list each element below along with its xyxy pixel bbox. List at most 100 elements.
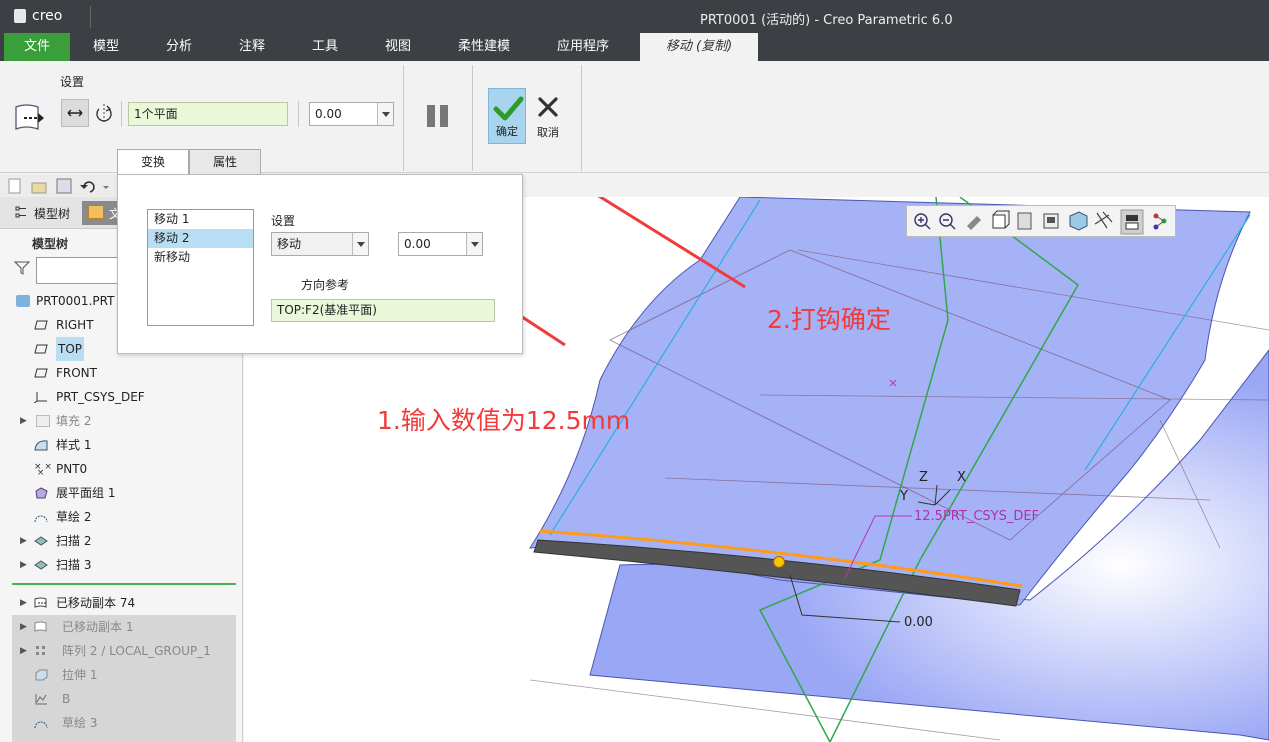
datum-plane-icon [34, 320, 48, 330]
tree-item-flatten-quilt[interactable]: 展平面组 1 [0, 481, 240, 505]
move-list-item-new[interactable]: 新移动 [148, 248, 253, 267]
axis-y-label: Y [900, 489, 908, 504]
chevron-down-icon[interactable] [377, 103, 393, 125]
tree-item-front[interactable]: FRONT [0, 361, 240, 385]
tab-flexible-modeling[interactable]: 柔性建模 [434, 33, 534, 61]
datum-plane-icon [34, 344, 48, 354]
save-icon [56, 178, 72, 194]
popup-distance-dropdown[interactable]: 0.00 [398, 232, 483, 256]
tree-item-sketch-3[interactable]: 草绘 3 [0, 711, 240, 735]
transform-panel: 移动 1 移动 2 新移动 设置 移动 0.00 方向参考 TOP:F2(基准平… [117, 174, 523, 354]
tab-file[interactable]: 文件 [4, 33, 70, 61]
annotation-step-2: 2.打钩确定 [767, 305, 891, 334]
ribbon-divider [472, 65, 473, 171]
tab-applications[interactable]: 应用程序 [534, 33, 632, 61]
datum-point-icon: × × × [34, 462, 52, 478]
expand-arrow-icon[interactable]: ▶ [20, 553, 27, 577]
rotate-button[interactable] [92, 101, 116, 127]
expand-arrow-icon[interactable]: ▶ [20, 615, 27, 639]
pause-button[interactable] [424, 103, 452, 129]
subtab-properties[interactable]: 属性 [189, 149, 261, 174]
title-separator [90, 6, 91, 28]
insert-here-marker[interactable] [12, 583, 236, 585]
tree-item-style[interactable]: 样式 1 [0, 433, 240, 457]
style-icon [34, 440, 48, 451]
tree-item-pattern-2[interactable]: ▶ 阵列 2 / LOCAL_GROUP_1 [0, 639, 240, 663]
ribbon-divider [298, 101, 299, 127]
move-copy-icon [34, 621, 47, 632]
title-bar: creo PRT0001 (活动的) - Creo Parametric 6.0 [0, 0, 1269, 33]
cancel-label: 取消 [537, 126, 559, 139]
subtab-transform[interactable]: 变换 [117, 149, 189, 174]
tab-view[interactable]: 视图 [362, 33, 434, 61]
dimension-zero-label[interactable]: 0.00 [904, 615, 933, 630]
direction-reference-label: 方向参考 [301, 278, 350, 292]
view-toolbar [906, 205, 1176, 237]
filter-icon[interactable] [13, 261, 31, 275]
tree-item-csys[interactable]: PRT_CSYS_DEF [0, 385, 240, 409]
extrude-icon [35, 669, 48, 681]
pause-icon [427, 105, 448, 127]
display-style-icon [992, 210, 1010, 229]
tree-item-point[interactable]: × × × PNT0 [0, 457, 240, 481]
tree-search-input[interactable] [36, 257, 122, 284]
creo-logo: creo [14, 8, 62, 24]
zoom-in-icon [914, 213, 931, 230]
move-type-dropdown[interactable]: 移动 [271, 232, 369, 256]
tab-tools[interactable]: 工具 [288, 33, 362, 61]
part-icon [16, 295, 30, 307]
dimension-value-label[interactable]: 12.5PRT_CSYS_DEF [914, 509, 1039, 524]
tree-item-moved-copy-74[interactable]: ▶ 已移动副本 74 [0, 591, 240, 615]
window-title: PRT0001 (活动的) - Creo Parametric 6.0 [700, 13, 953, 28]
tab-files[interactable]: 文 [82, 201, 121, 225]
ribbon: 设置 1个平面 0.00 变换 属性 [0, 61, 1269, 174]
tab-move-copy[interactable]: 移动 (复制) [640, 33, 758, 61]
tree-item-b[interactable]: B [0, 687, 240, 711]
expand-arrow-icon[interactable]: ▶ [20, 409, 27, 433]
tab-model[interactable]: 模型 [70, 33, 142, 61]
tree-item-sketch-2[interactable]: 草绘 2 [0, 505, 240, 529]
ribbon-divider [121, 101, 122, 127]
cancel-button[interactable]: 取消 [530, 88, 566, 144]
direction-reference-collector[interactable]: TOP:F2(基准平面) [271, 299, 495, 322]
axis-x-label: X [957, 470, 966, 485]
tree-item-extrude-1[interactable]: 拉伸 1 [0, 663, 240, 687]
open-file-icon [31, 182, 47, 194]
move-list-item-selected[interactable]: 移动 2 [148, 229, 253, 248]
reference-collector[interactable]: 1个平面 [128, 102, 288, 126]
chevron-down-icon[interactable] [466, 233, 482, 255]
chevron-down-icon[interactable] [352, 233, 368, 255]
popup-settings-label: 设置 [271, 214, 296, 228]
tree-item-sweep-3[interactable]: ▶ 扫描 3 [0, 553, 240, 577]
confirm-button[interactable]: 确定 [488, 88, 526, 144]
tree-item-moved-copy-1[interactable]: ▶ 已移动副本 1 [0, 615, 240, 639]
move-list-item[interactable]: 移动 1 [148, 210, 253, 229]
expand-arrow-icon[interactable]: ▶ [20, 529, 27, 553]
datum-display-icon [1094, 211, 1113, 229]
move-type-value: 移动 [277, 237, 302, 251]
expand-arrow-icon[interactable]: ▶ [20, 639, 27, 663]
model-tree-tab-icon [14, 205, 28, 219]
quick-access-toolbar [0, 175, 118, 197]
move-feature-icon[interactable] [12, 101, 48, 135]
view-manager-icon [1069, 211, 1088, 231]
folder-icon [88, 205, 104, 219]
distance-dropdown[interactable]: 0.00 [309, 102, 394, 126]
distance-value: 0.00 [315, 107, 342, 121]
tab-model-tree[interactable]: 模型树 [34, 205, 70, 222]
tree-item-fill[interactable]: ▶ 填充 2 [0, 409, 240, 433]
move-list[interactable]: 移动 1 移动 2 新移动 [147, 209, 254, 326]
axis-z-label: Z [919, 470, 928, 485]
tree-item-sweep-2[interactable]: ▶ 扫描 2 [0, 529, 240, 553]
tab-annotate[interactable]: 注释 [216, 33, 288, 61]
checkmark-icon [493, 96, 524, 121]
tab-analysis[interactable]: 分析 [142, 33, 216, 61]
logo-text: creo [32, 8, 63, 24]
graph-icon [35, 694, 47, 705]
translate-icon [67, 109, 83, 117]
expand-arrow-icon[interactable]: ▶ [20, 591, 27, 615]
translate-button[interactable] [61, 99, 89, 127]
annotation-display-button [1120, 209, 1144, 235]
saved-views-icon [1017, 212, 1032, 230]
annotation-step-1: 1.输入数值为12.5mm [377, 406, 631, 435]
